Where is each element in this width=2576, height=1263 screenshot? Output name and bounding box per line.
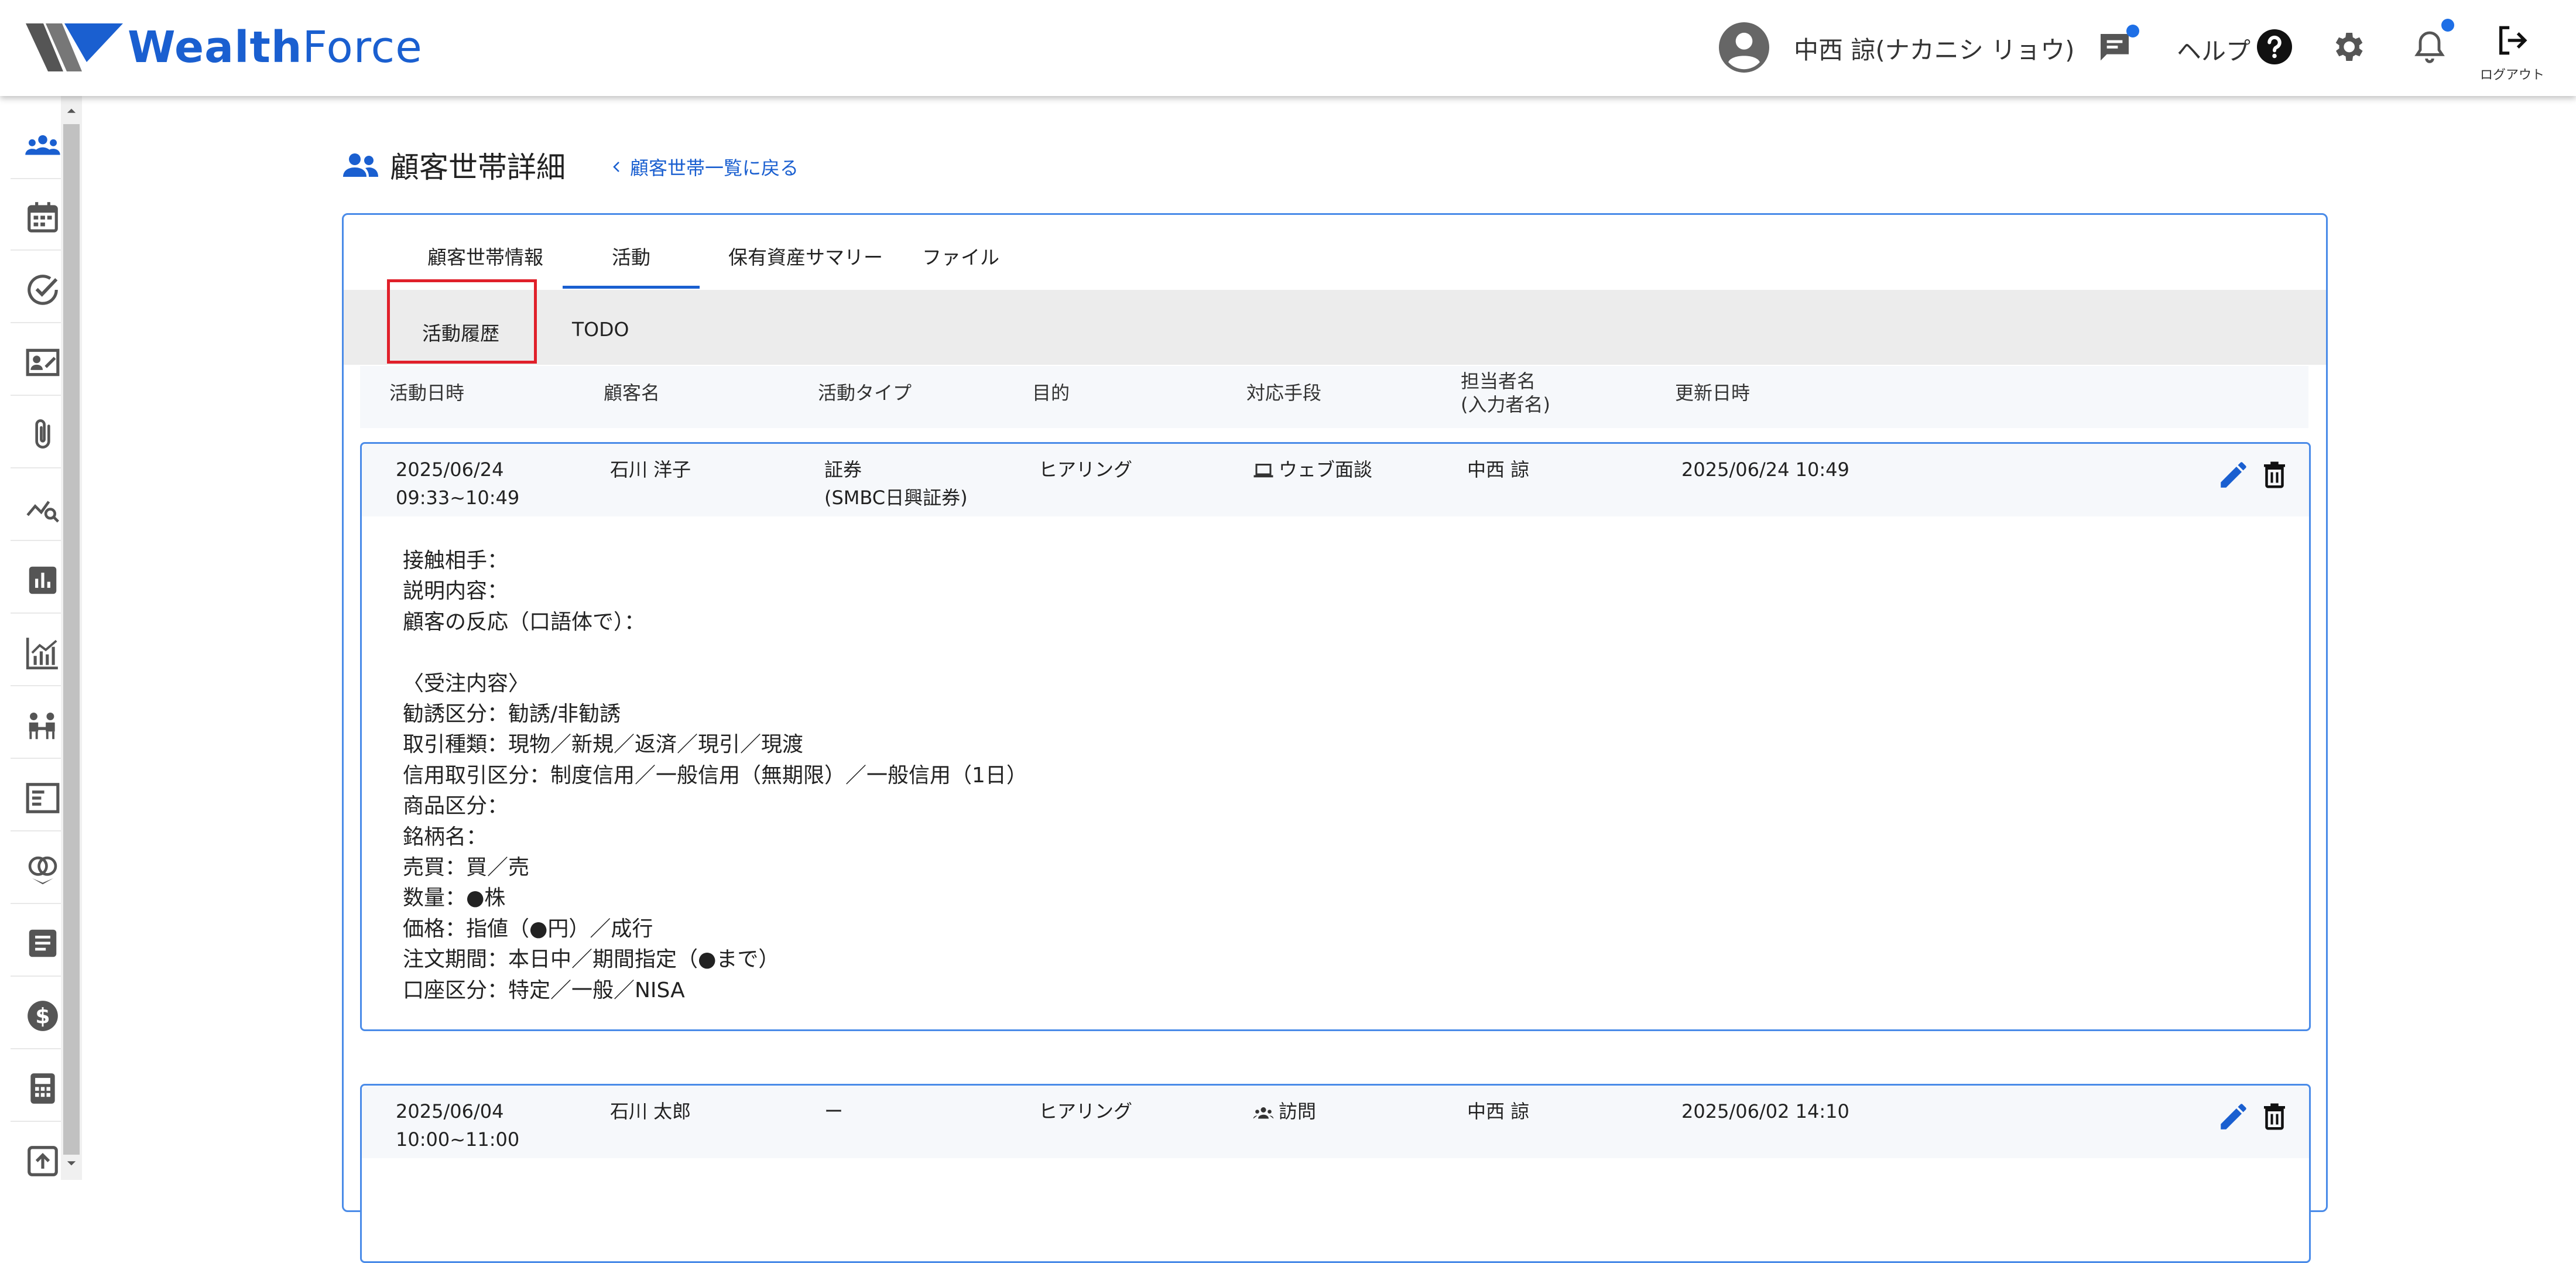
tab-activity[interactable]: 活動 bbox=[563, 242, 700, 289]
upload-icon bbox=[28, 1146, 58, 1176]
edit-pencil-icon[interactable] bbox=[2217, 1100, 2250, 1134]
left-sidebar: $ bbox=[0, 96, 75, 1180]
activity-date: 2025/06/24 09:33~10:49 bbox=[396, 458, 520, 509]
laptop-icon bbox=[1253, 464, 1273, 478]
col-updated-at[interactable]: 更新日時 bbox=[1675, 381, 1750, 405]
user-name[interactable]: 中西 諒(ナカニシ リョウ) bbox=[1794, 30, 2074, 66]
activity-type: 証券 (SMBC日興証券) bbox=[824, 458, 968, 509]
check-circle-icon bbox=[28, 275, 58, 305]
activity-summary-row: 2025/06/24 09:33~10:49 石川 洋子 証券 (SMBC日興証券)… bbox=[362, 444, 2309, 516]
bar-chart-icon bbox=[29, 566, 57, 594]
contact-method: ウェブ面談 bbox=[1253, 456, 1372, 484]
col-activity-date[interactable]: 活動日時 bbox=[389, 381, 464, 405]
wealthforce-logo[interactable]: WealthForce bbox=[26, 21, 423, 74]
delete-trash-icon[interactable] bbox=[2259, 1100, 2290, 1134]
page-title: 顧客世帯詳細 bbox=[390, 150, 566, 184]
purpose: ヒアリング bbox=[1039, 458, 1133, 481]
calculator-icon bbox=[30, 1073, 55, 1104]
customer-name: 石川 太郎 bbox=[610, 1100, 691, 1122]
logo-text: WealthForce bbox=[128, 22, 423, 73]
calendar-icon bbox=[28, 202, 58, 232]
chart-search-icon bbox=[26, 501, 59, 523]
analytics-icon bbox=[26, 638, 58, 670]
back-link-label: 顧客世帯一覧に戻る bbox=[630, 157, 799, 179]
col-activity-type[interactable]: 活動タイプ bbox=[818, 381, 912, 405]
household-icon bbox=[343, 153, 378, 177]
activity-table-header: 活動日時 顧客名 活動タイプ 目的 対応手段 担当者名 (入力者名) 更新日時 bbox=[360, 366, 2308, 428]
activity-memo: 接触相手： 説明内容： 顧客の反応（口語体で）： 〈受注内容〉 勧誘区分：勧誘/… bbox=[403, 549, 1027, 1002]
rings-icon bbox=[28, 856, 57, 885]
user-avatar-icon[interactable] bbox=[1719, 22, 1769, 73]
logout-label[interactable]: ログアウト bbox=[2480, 64, 2544, 83]
tab-files[interactable]: ファイル bbox=[908, 242, 1013, 289]
logout-icon[interactable] bbox=[2495, 23, 2529, 57]
staff-name: 中西 諒 bbox=[1467, 1100, 1530, 1122]
help-icon[interactable] bbox=[2257, 29, 2292, 64]
activity-subtabs: 活動履歴 TODO bbox=[344, 290, 2326, 365]
news-icon bbox=[26, 783, 60, 813]
chat-notification-dot bbox=[2126, 25, 2139, 37]
staff-name: 中西 諒 bbox=[1467, 458, 1530, 481]
dollar-icon: $ bbox=[28, 1001, 58, 1031]
chevron-left-icon bbox=[613, 162, 619, 172]
contact-card-icon bbox=[26, 348, 60, 376]
bell-notification-dot bbox=[2441, 19, 2454, 32]
paperclip-icon bbox=[35, 419, 50, 449]
col-staff[interactable]: 担当者名 (入力者名) bbox=[1461, 369, 1550, 416]
activity-record[interactable]: 2025/06/04 10:00~11:00 石川 太郎 ー ヒアリング 訪問 中… bbox=[360, 1084, 2311, 1263]
activity-date: 2025/06/04 10:00~11:00 bbox=[396, 1100, 520, 1151]
scroll-up-arrow-icon[interactable] bbox=[63, 103, 80, 117]
tab-asset-summary[interactable]: 保有資産サマリー bbox=[722, 242, 889, 289]
scroll-down-arrow-icon[interactable] bbox=[63, 1157, 80, 1171]
logo-mark-icon bbox=[26, 23, 123, 71]
updated-at: 2025/06/02 14:10 bbox=[1681, 1100, 1849, 1122]
activity-history-highlight-box bbox=[387, 279, 537, 364]
users-icon bbox=[25, 135, 60, 155]
sidebar-scroll-thumb[interactable] bbox=[63, 124, 80, 1155]
back-to-household-list-link[interactable]: 顧客世帯一覧に戻る bbox=[610, 153, 799, 180]
gear-icon[interactable] bbox=[2329, 28, 2366, 66]
delete-trash-icon[interactable] bbox=[2259, 458, 2290, 492]
bell-icon[interactable] bbox=[2411, 28, 2448, 66]
household-detail-card: 顧客世帯情報 活動 保有資産サマリー ファイル 活動履歴 TODO 活動日時 顧… bbox=[342, 213, 2328, 1263]
purpose: ヒアリング bbox=[1039, 1100, 1133, 1122]
col-method[interactable]: 対応手段 bbox=[1246, 381, 1321, 405]
subtab-todo[interactable]: TODO bbox=[572, 318, 629, 341]
svg-text:$: $ bbox=[35, 1004, 50, 1029]
col-customer-name[interactable]: 顧客名 bbox=[604, 381, 660, 405]
people-icon bbox=[1253, 1107, 1274, 1119]
contact-method: 訪問 bbox=[1253, 1097, 1316, 1125]
updated-at: 2025/06/24 10:49 bbox=[1681, 458, 1849, 481]
customer-name: 石川 洋子 bbox=[610, 458, 691, 481]
activity-record[interactable]: 2025/06/24 09:33~10:49 石川 洋子 証券 (SMBC日興証券)… bbox=[360, 442, 2311, 1031]
col-purpose[interactable]: 目的 bbox=[1032, 381, 1070, 405]
page-title-area: 顧客世帯詳細 bbox=[342, 144, 566, 186]
activity-summary-row: 2025/06/04 10:00~11:00 石川 太郎 ー ヒアリング 訪問 中… bbox=[362, 1086, 2309, 1158]
top-header: WealthForce 中西 諒(ナカニシ リョウ) ヘルプ ログアウト bbox=[0, 0, 2576, 96]
help-label[interactable]: ヘルプ bbox=[2177, 32, 2250, 67]
activity-type: ー bbox=[824, 1100, 844, 1122]
meeting-icon bbox=[29, 713, 55, 740]
document-icon bbox=[29, 929, 57, 957]
edit-pencil-icon[interactable] bbox=[2217, 458, 2250, 492]
main-tabs: 顧客世帯情報 活動 保有資産サマリー ファイル bbox=[344, 215, 2326, 289]
